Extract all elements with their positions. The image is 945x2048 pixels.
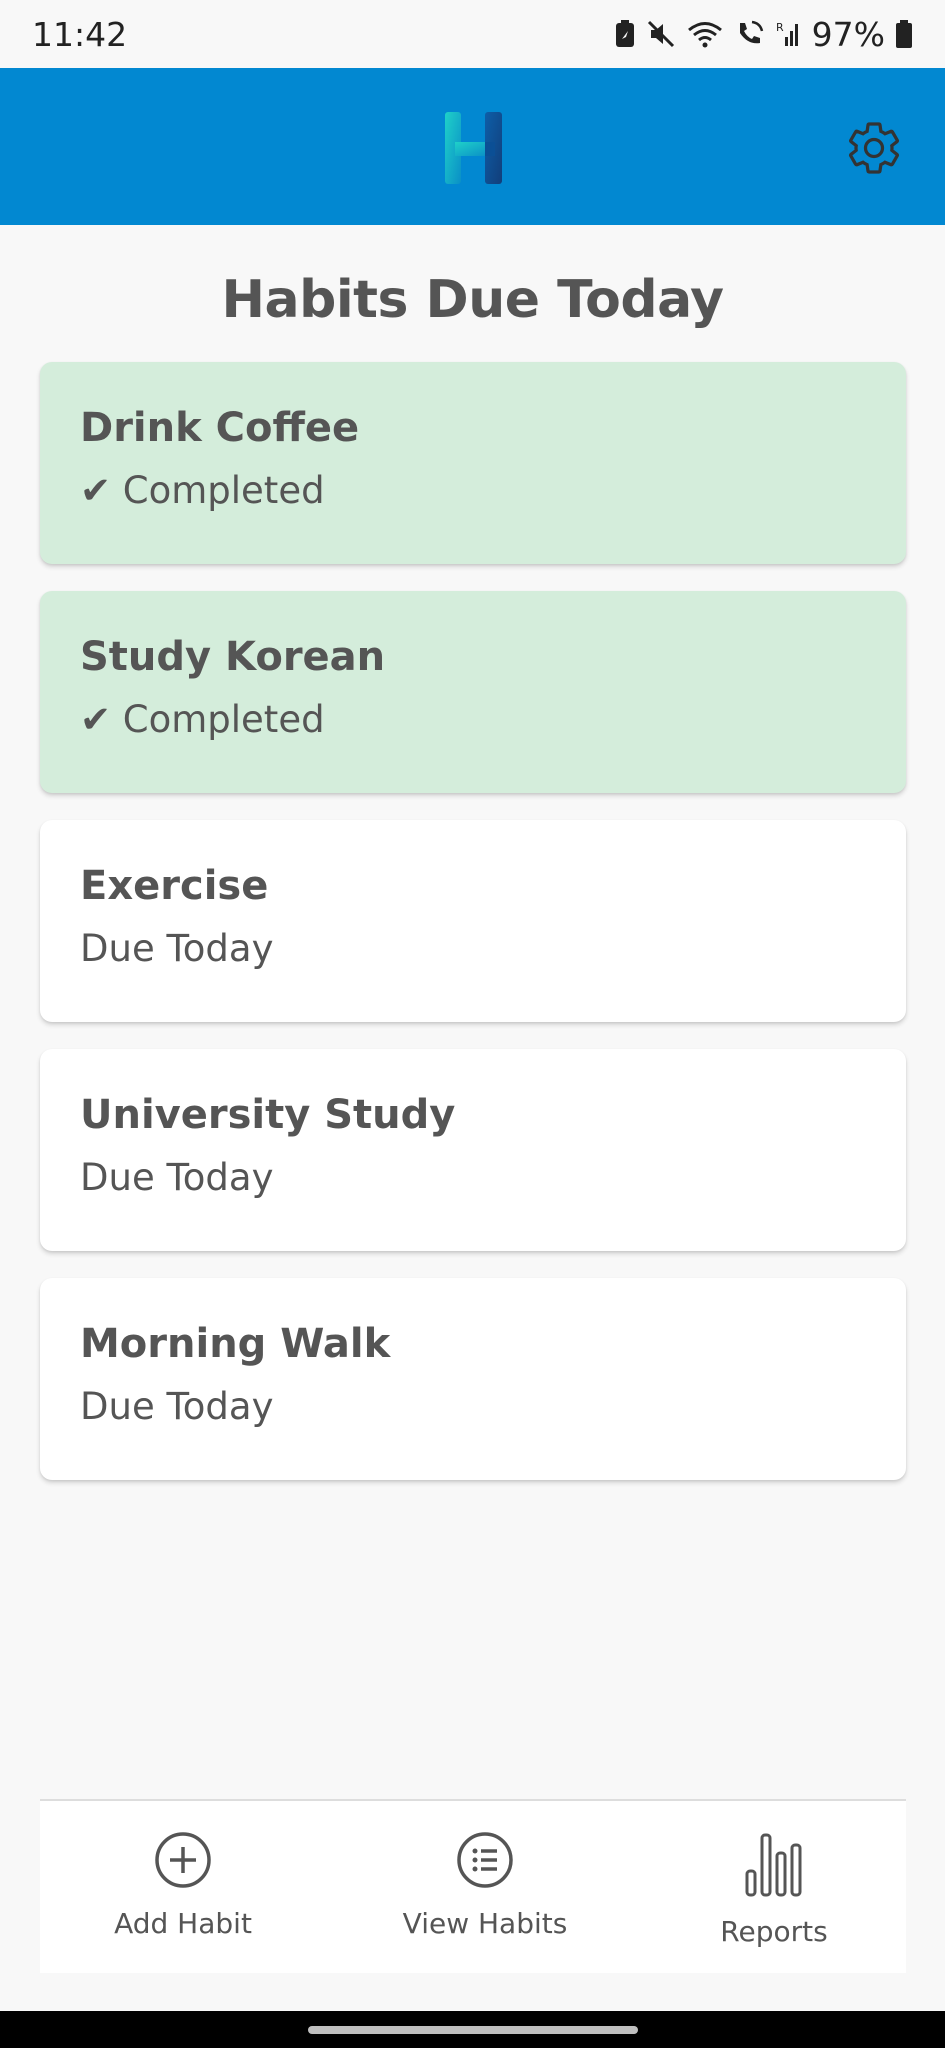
habit-name: Drink Coffee [80,405,360,451]
habit-card[interactable]: Drink Coffee ✔ Completed [40,362,906,564]
wifi-icon [686,19,724,49]
habit-card[interactable]: Morning Walk Due Today [40,1278,906,1480]
status-time: 11:42 [32,14,128,54]
reports-button[interactable]: Reports [674,1831,874,1948]
habit-card[interactable]: Study Korean ✔ Completed [40,591,906,793]
status-icons: R 97% [614,15,913,54]
system-nav-bar [0,2011,945,2048]
add-circle-icon [155,1832,211,1888]
habit-card[interactable]: Exercise Due Today [40,820,906,1022]
view-habits-button[interactable]: View Habits [385,1831,585,1940]
battery-saver-icon [614,19,636,49]
habit-name: University Study [80,1092,456,1138]
signal-icon: R [776,19,802,49]
bar-chart-icon [745,1833,802,1897]
nav-label: Reports [720,1915,828,1948]
page-title: Habits Due Today [221,270,724,330]
habit-status: Due Today [80,1385,274,1428]
bottom-nav: Add Habit View Habits Reports [40,1799,906,1973]
habit-status: ✔ Completed [80,469,325,512]
nav-label: View Habits [402,1907,568,1940]
svg-text:R: R [776,21,784,34]
status-bar: 11:42 R 97% [0,0,945,68]
habit-status: ✔ Completed [80,698,325,741]
add-habit-button[interactable]: Add Habit [83,1831,283,1940]
mute-icon [646,19,676,49]
gear-icon [849,122,899,174]
home-indicator[interactable] [308,2026,638,2034]
settings-button[interactable] [844,118,904,178]
battery-percent: 97% [811,14,885,54]
list-circle-icon [457,1832,513,1888]
app-bar [0,68,945,225]
wifi-calling-icon [734,19,766,49]
habit-status: Due Today [80,1156,274,1199]
habit-name: Morning Walk [80,1321,391,1367]
habit-list: Drink Coffee ✔ Completed Study Korean ✔ … [40,362,906,1507]
habit-h-logo [445,112,503,184]
habit-card[interactable]: University Study Due Today [40,1049,906,1251]
habit-name: Exercise [80,863,269,909]
battery-icon [895,19,913,49]
habit-name: Study Korean [80,634,386,680]
nav-label: Add Habit [114,1907,252,1940]
habit-status: Due Today [80,927,274,970]
